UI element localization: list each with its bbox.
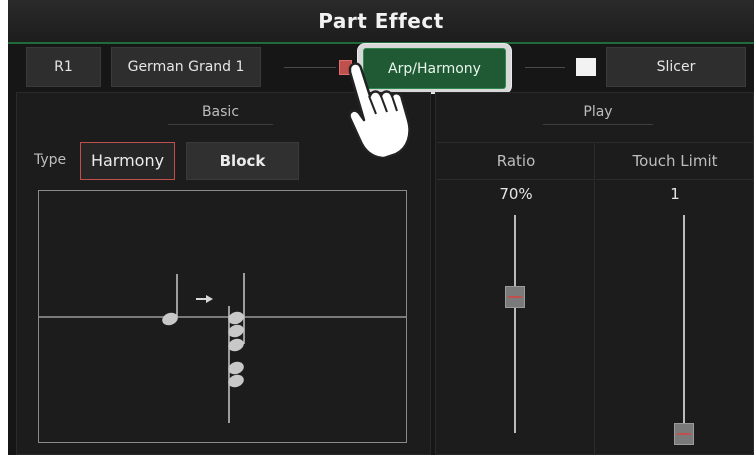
page-title: Part Effect [318, 9, 444, 33]
type-block-button[interactable]: Block [186, 142, 299, 180]
part-r1-button[interactable]: R1 [26, 47, 101, 87]
connector-line [284, 67, 336, 68]
touch-limit-slider-knob[interactable] [674, 423, 694, 445]
notation-diagram [39, 273, 406, 423]
voice-button[interactable]: German Grand 1 [111, 47, 261, 87]
chord-icon [228, 273, 245, 423]
type-harmony-button[interactable]: Harmony [80, 142, 175, 180]
ratio-label: Ratio [496, 152, 536, 170]
title-bar: Part Effect [8, 0, 754, 44]
ratio-column: Ratio 70% [437, 142, 595, 455]
basic-section-label: Basic [201, 104, 240, 120]
note-icon [162, 274, 178, 326]
basic-underline [168, 124, 273, 125]
ratio-slider-track[interactable] [514, 215, 516, 433]
touch-limit-divider [596, 179, 754, 180]
play-underline [543, 124, 653, 125]
harmony-preview [38, 190, 407, 443]
play-section-label: Play [583, 104, 613, 120]
arrow-right-icon [196, 295, 213, 303]
touch-limit-label: Touch Limit [632, 152, 718, 170]
connector-line-2 [525, 67, 565, 68]
slicer-button[interactable]: Slicer [606, 47, 746, 87]
slicer-checkbox[interactable] [576, 58, 596, 76]
ratio-slider-knob[interactable] [505, 286, 525, 308]
part-effect-screen: Part Effect R1 German Grand 1 Arp/Harmon… [8, 0, 754, 455]
touch-limit-slider-track[interactable] [683, 215, 685, 433]
touch-limit-value: 1 [670, 185, 680, 203]
type-label: Type [34, 152, 67, 168]
ratio-value: 70% [499, 185, 533, 203]
touch-limit-column: Touch Limit 1 [596, 142, 754, 455]
hand-pointer-icon [338, 58, 418, 162]
ratio-divider [437, 179, 595, 180]
